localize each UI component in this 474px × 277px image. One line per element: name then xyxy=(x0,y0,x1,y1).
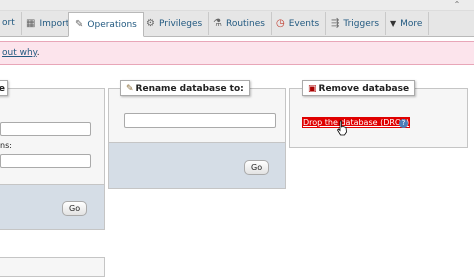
window-top-strip: ⌃ xyxy=(0,0,474,11)
hand-cursor-icon xyxy=(336,120,347,136)
notice-link[interactable]: out why xyxy=(2,48,37,58)
drop-database-link[interactable]: Drop the database (DROP) xyxy=(302,117,411,128)
left-panel-legend: e xyxy=(0,80,8,96)
tab-bar: ort ▦ Import ✎ Operations ⚙ Privileges ⚗ Rou… xyxy=(0,11,474,37)
pencil-icon: ✎ xyxy=(126,84,134,94)
notice-punct: . xyxy=(36,48,40,58)
tab-more[interactable]: ▼ More xyxy=(384,12,430,35)
left-panel-footer xyxy=(0,184,104,229)
next-panel xyxy=(0,257,105,277)
tab-privileges[interactable]: ⚙ Privileges xyxy=(140,12,210,35)
privileges-icon: ⚙ xyxy=(146,18,155,29)
tab-label: Events xyxy=(288,19,320,29)
rename-panel-legend-text: Rename database to: xyxy=(135,84,244,94)
remove-db-icon: ▣ xyxy=(308,84,317,94)
tab-triggers[interactable]: ⇶ Triggers xyxy=(325,12,387,35)
tab-routines[interactable]: ⚗ Routines xyxy=(207,12,272,35)
chevron-down-icon: ▼ xyxy=(390,19,397,28)
tab-label: Routines xyxy=(225,19,265,29)
tab-label: Privileges xyxy=(158,19,203,29)
import-icon: ▦ xyxy=(26,18,36,29)
rename-database-input[interactable] xyxy=(124,113,276,128)
tab-events[interactable]: ◷ Events xyxy=(270,12,327,35)
help-icon[interactable]: ? xyxy=(399,119,408,128)
tab-export[interactable]: ort xyxy=(0,12,22,35)
rename-go-button[interactable]: Go xyxy=(244,160,270,175)
clock-icon: ◷ xyxy=(276,18,285,29)
left-panel-input-1[interactable] xyxy=(0,122,91,136)
notice-bar: out why. xyxy=(0,41,474,65)
collapse-icon[interactable]: ⌃ xyxy=(452,0,462,10)
tab-label: Import xyxy=(39,19,70,29)
remove-panel-legend-text: Remove database xyxy=(318,84,410,94)
triggers-icon: ⇶ xyxy=(331,18,340,29)
wrench-icon: ✎ xyxy=(75,19,84,30)
left-panel-field-label: ns: xyxy=(0,141,12,150)
rename-panel-legend: ✎ Rename database to: xyxy=(120,80,250,96)
routines-icon: ⚗ xyxy=(213,18,222,29)
tab-label: Triggers xyxy=(343,19,380,29)
left-panel-input-2[interactable] xyxy=(0,154,91,168)
tab-label: Operations xyxy=(87,20,137,30)
left-panel-go-button[interactable]: Go xyxy=(62,201,88,216)
tab-label: More xyxy=(400,19,423,29)
tab-label: ort xyxy=(2,18,15,28)
left-panel-legend-text: e xyxy=(0,84,5,94)
remove-panel-legend: ▣ Remove database xyxy=(302,80,416,96)
tab-operations[interactable]: ✎ Operations xyxy=(68,12,144,37)
